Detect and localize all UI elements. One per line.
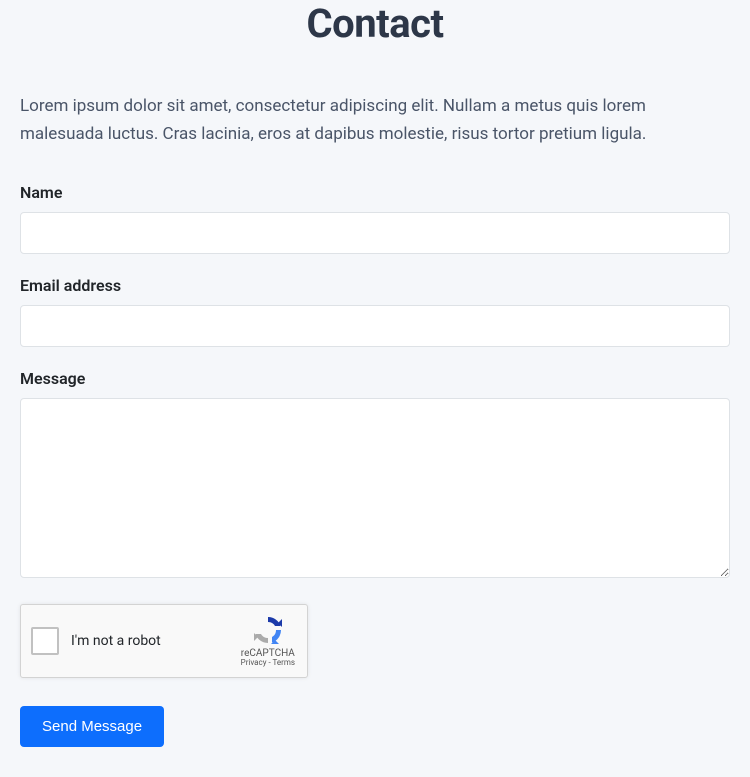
message-textarea[interactable] bbox=[20, 398, 730, 578]
recaptcha-label: I'm not a robot bbox=[71, 633, 241, 649]
contact-form: Name Email address Message I'm not a rob… bbox=[20, 183, 730, 747]
email-field[interactable] bbox=[20, 305, 730, 347]
intro-text: Lorem ipsum dolor sit amet, consectetur … bbox=[20, 92, 730, 148]
message-label: Message bbox=[20, 369, 730, 388]
name-input[interactable] bbox=[20, 212, 730, 254]
recaptcha-widget: I'm not a robot reCAPTCHA Privacy - Term… bbox=[20, 604, 308, 678]
page-title: Contact bbox=[20, 0, 730, 47]
send-message-button[interactable]: Send Message bbox=[20, 706, 164, 747]
recaptcha-links-text: Privacy - Terms bbox=[241, 659, 295, 668]
email-label: Email address bbox=[20, 276, 730, 295]
name-label: Name bbox=[20, 183, 730, 202]
recaptcha-checkbox[interactable] bbox=[31, 627, 59, 655]
recaptcha-icon bbox=[252, 614, 284, 646]
form-group-email: Email address bbox=[20, 276, 730, 347]
form-group-message: Message bbox=[20, 369, 730, 582]
form-group-name: Name bbox=[20, 183, 730, 254]
recaptcha-branding: reCAPTCHA Privacy - Terms bbox=[241, 614, 297, 668]
